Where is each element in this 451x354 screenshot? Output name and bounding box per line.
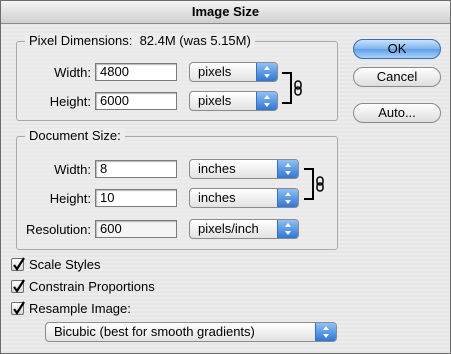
doc-width-label: Width: [54, 162, 91, 177]
resample-method-select[interactable]: Bicubic (best for smooth gradients) [45, 322, 337, 342]
document-size-title: Document Size: [25, 128, 125, 143]
resolution-unit-value: pixels/inch [198, 221, 259, 236]
select-arrows-icon [277, 189, 298, 207]
resample-method-value: Bicubic (best for smooth gradients) [54, 324, 255, 339]
pixel-height-unit-value: pixels [198, 93, 232, 108]
pixel-width-unit-select[interactable]: pixels [189, 62, 278, 82]
constrain-proportions-label[interactable]: Constrain Proportions [29, 279, 155, 294]
doc-width-field[interactable]: 8 [95, 160, 177, 178]
doc-width-unit-select[interactable]: inches [189, 159, 299, 179]
doc-height-field[interactable]: 10 [95, 189, 177, 207]
resample-image-label[interactable]: Resample Image: [29, 301, 131, 316]
scale-styles-checkbox[interactable] [11, 257, 25, 271]
constrain-proportions-checkbox[interactable] [11, 279, 25, 293]
pixel-dimensions-label: Pixel Dimensions: [29, 33, 133, 48]
pixel-dimensions-size-info: 82.4M (was 5.15M) [139, 33, 251, 48]
doc-height-unit-value: inches [198, 190, 236, 205]
pixel-width-field[interactable]: 4800 [95, 63, 177, 81]
scale-styles-label[interactable]: Scale Styles [29, 257, 101, 272]
doc-height-unit-select[interactable]: inches [189, 188, 299, 208]
auto-button[interactable]: Auto... [353, 103, 441, 123]
select-arrows-icon [277, 220, 298, 238]
ok-button[interactable]: OK [353, 39, 441, 59]
pixel-dimensions-title: Pixel Dimensions: 82.4M (was 5.15M) [25, 33, 255, 48]
image-size-dialog: Image Size Pixel Dimensions: 82.4M (was … [0, 0, 451, 354]
resample-image-checkbox[interactable] [11, 301, 25, 315]
pixel-width-label: Width: [54, 65, 91, 80]
checkmark-icon [13, 279, 25, 293]
chain-link-icon [282, 72, 302, 104]
pixel-height-label: Height: [49, 94, 91, 109]
resolution-unit-select[interactable]: pixels/inch [189, 219, 299, 239]
pixel-width-unit-value: pixels [198, 64, 232, 79]
select-arrows-icon [315, 323, 336, 341]
chain-link-icon [304, 168, 324, 200]
pixel-height-field[interactable]: 6000 [95, 92, 177, 110]
pixel-height-unit-select[interactable]: pixels [189, 91, 278, 111]
doc-width-unit-value: inches [198, 161, 236, 176]
select-arrows-icon [277, 160, 298, 178]
resolution-field[interactable]: 600 [95, 220, 177, 238]
doc-height-label: Height: [49, 191, 91, 206]
dialog-title: Image Size [1, 1, 450, 24]
checkmark-icon [13, 301, 25, 315]
select-arrows-icon [256, 63, 277, 81]
cancel-button[interactable]: Cancel [353, 67, 441, 87]
checkmark-icon [13, 257, 25, 271]
select-arrows-icon [256, 92, 277, 110]
resolution-label: Resolution: [25, 222, 91, 237]
